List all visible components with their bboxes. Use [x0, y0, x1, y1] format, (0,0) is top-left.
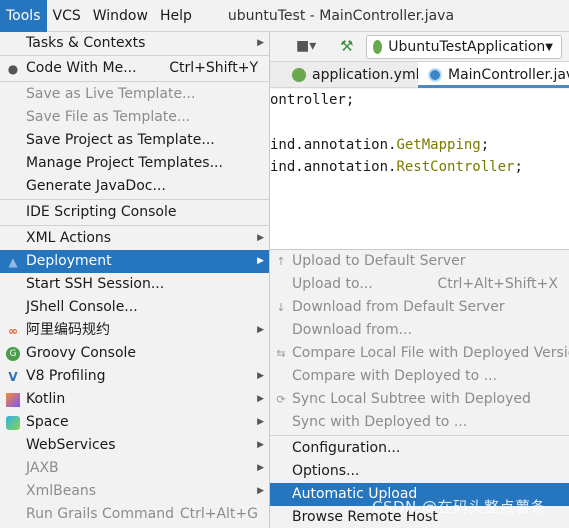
submenu-arrow-icon: ▶: [257, 38, 264, 48]
submenu-item-download-from[interactable]: Download from...: [270, 319, 569, 342]
code-editor[interactable]: ontroller; ind.annotation.GetMapping; in…: [268, 89, 569, 251]
menu-tools[interactable]: Tools: [0, 0, 47, 32]
menu-item-run-grails-command[interactable]: Run Grails Command Ctrl+Alt+G: [0, 503, 270, 526]
menu-item-jshell-console[interactable]: JShell Console...: [0, 296, 270, 319]
user-icon: ●: [7, 62, 19, 76]
menu-item-jaxb[interactable]: JAXB ▶: [0, 457, 270, 480]
watermark: CSDN @在码头整点薯条: [372, 498, 547, 516]
submenu-item-compare-deployed[interactable]: Compare with Deployed to ...: [270, 365, 569, 388]
editor-tabs: application.yml × MainController.java: [268, 62, 569, 88]
submenu-arrow-icon: ▶: [257, 463, 264, 473]
separator: [0, 225, 270, 226]
submenu-arrow-icon: ▶: [257, 256, 264, 266]
v8-icon: V: [8, 370, 18, 384]
menu-item-deployment[interactable]: ▲ Deployment ▶: [0, 250, 270, 273]
tab-label: MainController.java: [448, 67, 569, 83]
alibaba-icon: ∞: [8, 324, 18, 338]
submenu-item-upload-default[interactable]: ↑ Upload to Default Server: [270, 250, 569, 273]
submenu-item-options[interactable]: Options...: [270, 460, 569, 483]
menu-item-manage-project-templates[interactable]: Manage Project Templates...: [0, 152, 270, 175]
tab-label: application.yml: [312, 67, 420, 83]
separator: [0, 199, 270, 200]
java-class-icon: [428, 68, 442, 82]
submenu-item-compare-local[interactable]: ⇆ Compare Local File with Deployed Versi…: [270, 342, 569, 365]
space-icon: [6, 416, 20, 430]
tab-main-controller[interactable]: MainController.java: [418, 62, 569, 88]
submenu-arrow-icon: ▶: [257, 394, 264, 404]
groovy-icon: G: [6, 347, 20, 361]
submenu-item-configuration[interactable]: Configuration...: [270, 437, 569, 460]
submenu-arrow-icon: ▶: [257, 371, 264, 381]
spring-boot-icon: [373, 40, 383, 54]
user-icon[interactable]: ■▾: [296, 38, 316, 54]
chevron-down-icon: ▼: [545, 41, 553, 53]
menu-help[interactable]: Help: [154, 0, 198, 32]
code-line: ontroller;: [270, 92, 355, 108]
menu-item-code-with-me[interactable]: ● Code With Me... Ctrl+Shift+Y: [0, 57, 270, 80]
submenu-item-sync-deployed[interactable]: Sync with Deployed to ...: [270, 411, 569, 434]
compare-icon: ⇆: [276, 347, 286, 360]
menu-item-groovy-console[interactable]: G Groovy Console: [0, 342, 270, 365]
menu-item-v8-profiling[interactable]: V V8 Profiling ▶: [0, 365, 270, 388]
separator: [270, 435, 569, 436]
menu-item-save-project-template[interactable]: Save Project as Template...: [0, 129, 270, 152]
menu-bar: Tools VCS Window Help ubuntuTest - MainC…: [0, 0, 569, 32]
submenu-item-sync-subtree[interactable]: ⟳ Sync Local Subtree with Deployed: [270, 388, 569, 411]
toolbar: ■▾ ⚒ UbuntuTestApplication ▼: [268, 32, 569, 62]
window-title: ubuntuTest - MainController.java: [227, 7, 455, 24]
kotlin-icon: [6, 393, 20, 407]
menu-item-generate-javadoc[interactable]: Generate JavaDoc...: [0, 175, 270, 198]
menu-item-start-ssh-session[interactable]: Start SSH Session...: [0, 273, 270, 296]
code-line: ind.annotation.GetMapping;: [270, 137, 490, 153]
menu-item-xmlbeans[interactable]: XmlBeans ▶: [0, 480, 270, 503]
menu-item-alibaba-guidelines[interactable]: ∞ 阿里编码规约 ▶: [0, 319, 270, 342]
menu-item-webservices[interactable]: WebServices ▶: [0, 434, 270, 457]
submenu-arrow-icon: ▶: [257, 233, 264, 243]
menu-item-kotlin[interactable]: Kotlin ▶: [0, 388, 270, 411]
upload-icon: ↑: [276, 255, 286, 268]
menu-item-save-file-template[interactable]: Save File as Template...: [0, 106, 270, 129]
submenu-item-upload-to[interactable]: Upload to... Ctrl+Alt+Shift+X: [270, 273, 569, 296]
run-config-select[interactable]: UbuntuTestApplication ▼: [366, 35, 562, 59]
menu-vcs[interactable]: VCS: [47, 0, 87, 32]
menu-window[interactable]: Window: [87, 0, 154, 32]
menu-item-xml-actions[interactable]: XML Actions ▶: [0, 227, 270, 250]
submenu-arrow-icon: ▶: [257, 325, 264, 335]
submenu-arrow-icon: ▶: [257, 486, 264, 496]
menu-item-space[interactable]: Space ▶: [0, 411, 270, 434]
deployment-icon: ▲: [8, 255, 18, 269]
build-hammer-icon[interactable]: ⚒: [340, 37, 356, 55]
separator: [0, 81, 270, 82]
menu-item-save-live-template[interactable]: Save as Live Template...: [0, 83, 270, 106]
tools-menu: Tasks & Contexts ▶ ● Code With Me... Ctrl+…: [0, 32, 270, 528]
code-line: ind.annotation.RestController;: [270, 159, 523, 175]
submenu-item-download-default[interactable]: ↓ Download from Default Server: [270, 296, 569, 319]
submenu-arrow-icon: ▶: [257, 440, 264, 450]
menu-item-tasks-contexts[interactable]: Tasks & Contexts ▶: [0, 32, 270, 55]
download-icon: ↓: [276, 301, 286, 314]
deployment-submenu: ↑ Upload to Default Server Upload to... C…: [269, 249, 569, 528]
yaml-file-icon: [292, 68, 306, 82]
run-config-label: UbuntuTestApplication: [388, 39, 546, 55]
menu-item-ide-scripting-console[interactable]: IDE Scripting Console: [0, 201, 270, 224]
submenu-arrow-icon: ▶: [257, 417, 264, 427]
sync-icon: ⟳: [276, 393, 286, 406]
separator: [0, 55, 270, 56]
